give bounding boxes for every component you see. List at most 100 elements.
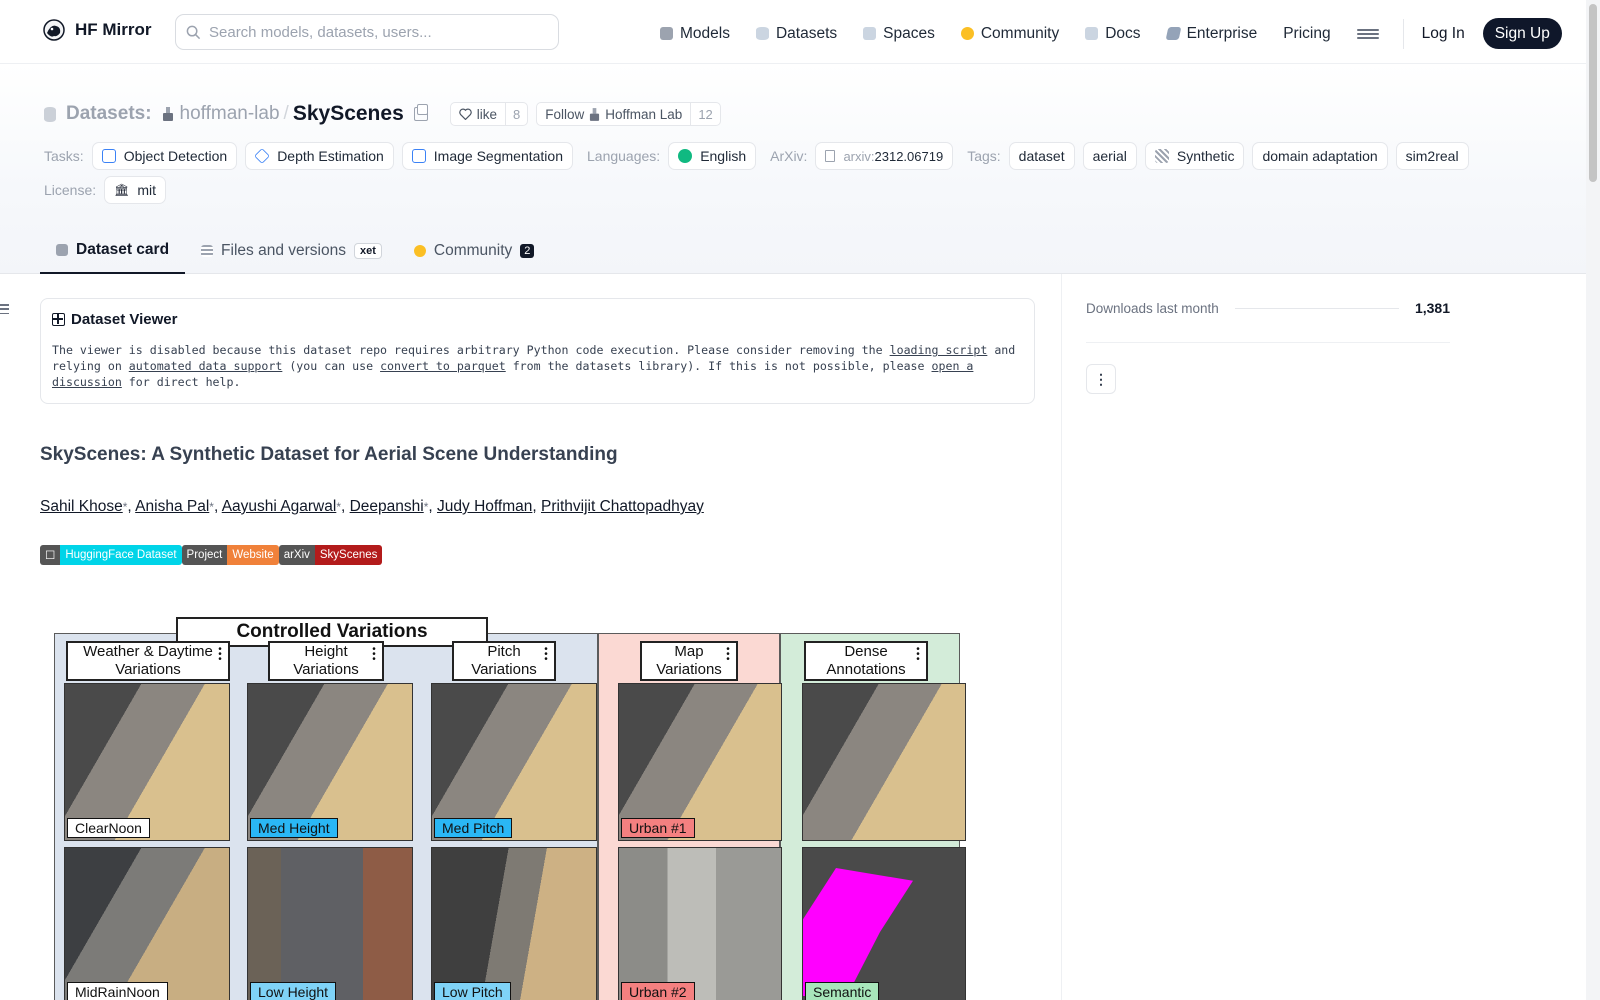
convert-to-parquet-link[interactable]: convert to parquet: [380, 359, 506, 373]
brand-name: HF Mirror: [75, 20, 152, 39]
license-tag[interactable]: 🏛 mit: [104, 176, 167, 204]
aerial-image: ClearNoon: [64, 683, 230, 841]
tag-dataset[interactable]: dataset: [1008, 142, 1075, 170]
more-options-icon[interactable]: ⋮: [1086, 364, 1116, 394]
crumb-datasets[interactable]: Datasets:: [66, 103, 152, 125]
nav-datasets[interactable]: Datasets: [755, 20, 837, 48]
signup-button[interactable]: Sign Up: [1482, 18, 1562, 49]
author-link[interactable]: Judy Hoffman: [437, 498, 532, 515]
repo-owner-link[interactable]: hoffman-lab: [180, 103, 280, 125]
follow-button[interactable]: Follow Hoffman Lab 12: [536, 102, 721, 126]
dataset-card-icon: [56, 244, 68, 256]
image-segmentation-icon: [411, 149, 426, 163]
aerial-image: Low Height: [247, 847, 413, 1000]
viewer-message: The viewer is disabled because this data…: [52, 343, 1016, 389]
search-input[interactable]: [209, 23, 549, 41]
tag-synthetic[interactable]: Synthetic: [1144, 142, 1245, 170]
nav-pricing[interactable]: Pricing: [1283, 20, 1330, 48]
dataset-viewer-box: Dataset Viewer The viewer is disabled be…: [40, 298, 1035, 404]
nav-enterprise[interactable]: Enterprise: [1165, 20, 1257, 48]
nav-community[interactable]: Community: [960, 20, 1059, 48]
brand-link[interactable]: HF Mirror: [42, 18, 152, 42]
task-object-detection[interactable]: Object Detection: [91, 142, 238, 170]
image-label: Urban #2: [621, 982, 695, 1000]
author-link[interactable]: Anisha Pal: [135, 498, 209, 515]
authors-line: Sahil Khose*, Anisha Pal*, Aayushi Agarw…: [40, 498, 704, 515]
copy-icon[interactable]: [413, 104, 428, 121]
card-title: SkyScenes: A Synthetic Dataset for Aeria…: [40, 444, 618, 465]
tab-community[interactable]: Community 2: [398, 228, 551, 274]
nav-links: Models Datasets Spaces Community Docs En…: [660, 18, 1562, 49]
column-heading: Map Variations • • •: [640, 641, 738, 681]
tags-label: Tags:: [967, 148, 1001, 164]
aerial-image: MidRainNoon: [64, 847, 230, 1000]
scrollbar-thumb[interactable]: [1589, 4, 1597, 182]
author-link[interactable]: Aayushi Agarwal: [222, 498, 337, 515]
like-button[interactable]: like 8: [449, 102, 529, 126]
project-website-badge[interactable]: Project Website: [181, 545, 279, 565]
top-navbar: HF Mirror Models Datasets Spaces Communi…: [0, 0, 1586, 64]
datasets-icon: [755, 27, 769, 40]
semantic-image: Semantic: [802, 847, 966, 1000]
meta-row-1: Tasks: Object Detection Depth Estimation…: [44, 142, 1477, 170]
dots-icon: • • •: [218, 644, 222, 665]
author-link[interactable]: Sahil Khose: [40, 498, 123, 515]
image-label: Urban #1: [621, 818, 695, 838]
column-heading: Height Variations • • •: [268, 641, 384, 681]
arxiv-badge[interactable]: arXiv SkyScenes: [278, 545, 383, 565]
repo-tabs: Dataset card Files and versions xet Commu…: [40, 228, 550, 274]
downloads-stat: Downloads last month 1,381: [1086, 300, 1450, 316]
tab-files-and-versions[interactable]: Files and versions xet: [185, 228, 398, 274]
loading-script-link[interactable]: loading script: [890, 343, 988, 357]
heart-icon: [459, 108, 472, 120]
tag-sim2real[interactable]: sim2real: [1395, 142, 1469, 170]
skyscenes-overview-figure: Controlled Variations Weather & Daytime …: [54, 617, 976, 1000]
community-icon: [960, 27, 974, 40]
downloads-value: 1,381: [1414, 300, 1450, 316]
repo-name[interactable]: SkyScenes: [293, 102, 404, 126]
depth-estimation-icon: [254, 148, 271, 164]
aerial-image: Med Pitch: [431, 683, 597, 841]
image-label: Low Height: [250, 982, 337, 1000]
arxiv-tag[interactable]: arxiv:2312.06719: [815, 142, 954, 170]
task-image-segmentation[interactable]: Image Segmentation: [401, 142, 573, 170]
image-label: Semantic: [805, 982, 880, 1000]
spaces-icon: [863, 27, 877, 40]
more-menu-icon[interactable]: [1356, 26, 1379, 42]
tasks-label: Tasks:: [44, 148, 84, 164]
aerial-image: Med Height: [247, 683, 413, 841]
globe-icon: [678, 149, 693, 163]
image-label: ClearNoon: [67, 818, 150, 838]
huggingface-dataset-badge[interactable]: ☐ HuggingFace Dataset: [40, 545, 182, 565]
login-link[interactable]: Log In: [1422, 25, 1465, 43]
tag-aerial[interactable]: aerial: [1082, 142, 1137, 170]
author-link[interactable]: Prithvijit Chattopadhyay: [541, 498, 704, 515]
nav-divider: [1402, 18, 1404, 49]
language-english[interactable]: English: [668, 142, 757, 170]
models-icon: [660, 27, 673, 40]
author-link[interactable]: Deepanshi: [350, 498, 424, 515]
org-avatar-icon: [590, 107, 600, 121]
sidebar-separator: [1086, 342, 1450, 343]
image-label: MidRainNoon: [67, 982, 168, 1000]
automated-data-support-link[interactable]: automated data support: [129, 359, 283, 373]
tab-dataset-card[interactable]: Dataset card: [40, 228, 186, 274]
nav-spaces[interactable]: Spaces: [863, 20, 935, 48]
dots-icon: • • •: [544, 644, 548, 665]
search-box[interactable]: [175, 14, 559, 50]
column-heading: Weather & Daytime Variations • • •: [66, 641, 230, 681]
downloads-label: Downloads last month: [1086, 300, 1219, 316]
column-heading: Pitch Variations • • •: [452, 641, 556, 681]
meta-row-2: License: 🏛 mit: [44, 176, 174, 204]
aerial-image: Low Pitch: [431, 847, 597, 1000]
toc-toggle-icon[interactable]: [0, 304, 9, 314]
search-icon: [186, 25, 201, 39]
community-count: 2: [520, 244, 535, 258]
nav-models[interactable]: Models: [660, 20, 730, 48]
task-depth-estimation[interactable]: Depth Estimation: [245, 142, 394, 170]
hf-mirror-logo-icon: [43, 19, 65, 41]
bank-icon: 🏛: [114, 183, 130, 197]
nav-docs[interactable]: Docs: [1085, 20, 1141, 48]
tag-domain-adaptation[interactable]: domain adaptation: [1252, 142, 1388, 170]
column-heading: Dense Annotations • • •: [804, 641, 928, 681]
